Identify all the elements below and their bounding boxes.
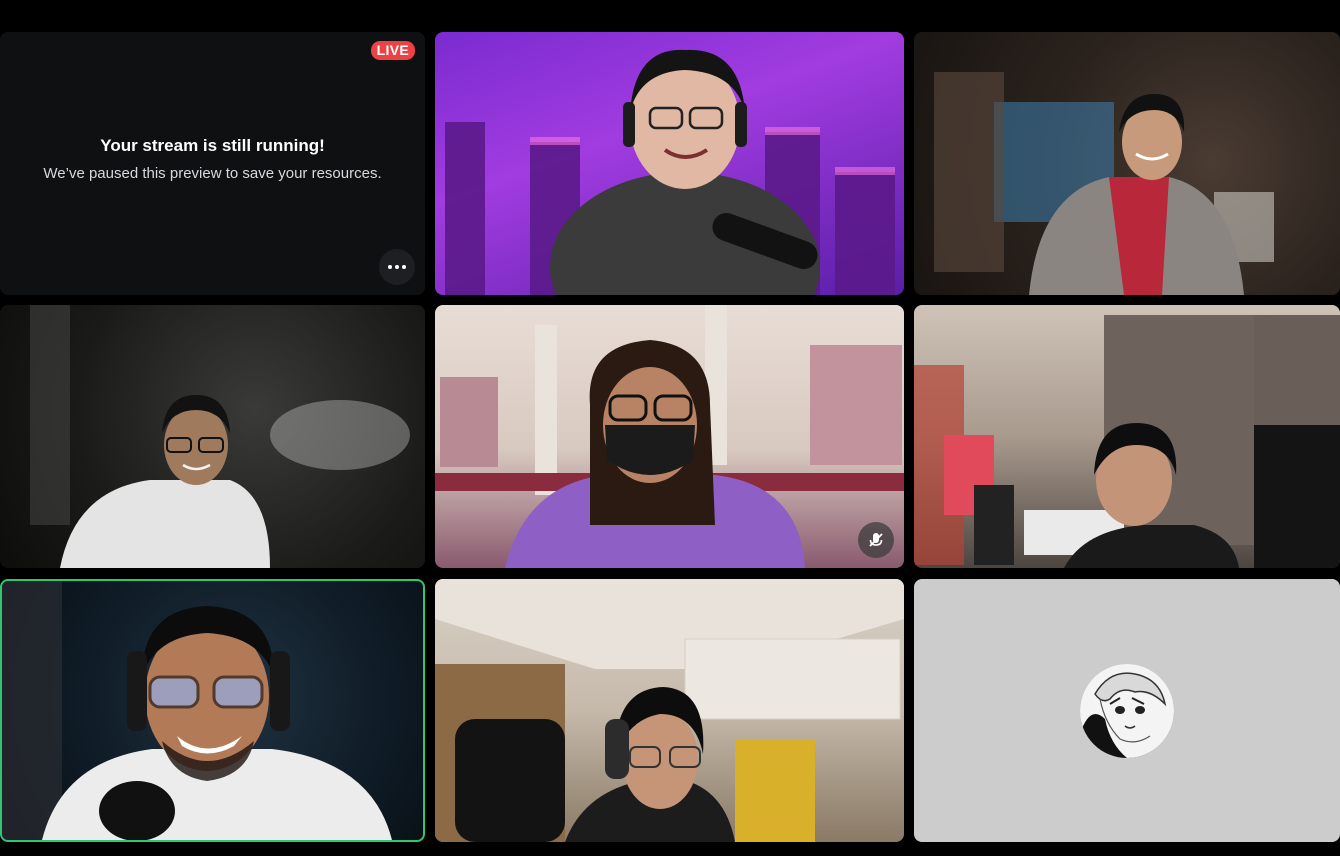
- live-badge: LIVE: [370, 41, 415, 60]
- video-frame: [435, 579, 904, 842]
- stream-paused-subtitle: We’ve paused this preview to save your r…: [43, 165, 382, 182]
- participant-video: [914, 32, 1340, 295]
- participant-video: [2, 581, 423, 840]
- stream-paused-message: Your stream is still running! We’ve paus…: [0, 136, 425, 182]
- participant-avatar-tile[interactable]: [914, 579, 1340, 842]
- participant-video-tile-speaking[interactable]: [0, 579, 425, 842]
- more-options-button[interactable]: [379, 249, 415, 285]
- participant-video: [435, 579, 904, 842]
- participant-video-tile[interactable]: [435, 32, 904, 295]
- participant-video-tile[interactable]: [914, 305, 1340, 568]
- participant-video-tile[interactable]: [435, 579, 904, 842]
- participant-video-tile[interactable]: [0, 305, 425, 568]
- more-horizontal-icon: [388, 265, 406, 269]
- stream-running-title: Your stream is still running!: [100, 136, 325, 155]
- anime-avatar-icon: [1080, 663, 1174, 758]
- participant-video: [0, 305, 425, 568]
- video-frame: [2, 581, 392, 840]
- user-avatar: [1080, 663, 1174, 758]
- participant-video-tile[interactable]: [914, 32, 1340, 295]
- mic-off-icon: [869, 533, 883, 547]
- participant-video: [435, 32, 904, 295]
- participant-video: [914, 305, 1340, 568]
- video-frame: [30, 305, 410, 568]
- muted-indicator[interactable]: [858, 522, 894, 558]
- stream-preview-tile[interactable]: LIVE Your stream is still running! We’ve…: [0, 32, 425, 295]
- participant-video: [435, 305, 904, 568]
- video-grid: LIVE Your stream is still running! We’ve…: [0, 0, 1340, 856]
- video-frame: [914, 315, 1340, 568]
- video-frame: [435, 305, 904, 568]
- participant-video-tile[interactable]: [435, 305, 904, 568]
- video-frame: [934, 72, 1274, 295]
- video-frame: [445, 49, 895, 295]
